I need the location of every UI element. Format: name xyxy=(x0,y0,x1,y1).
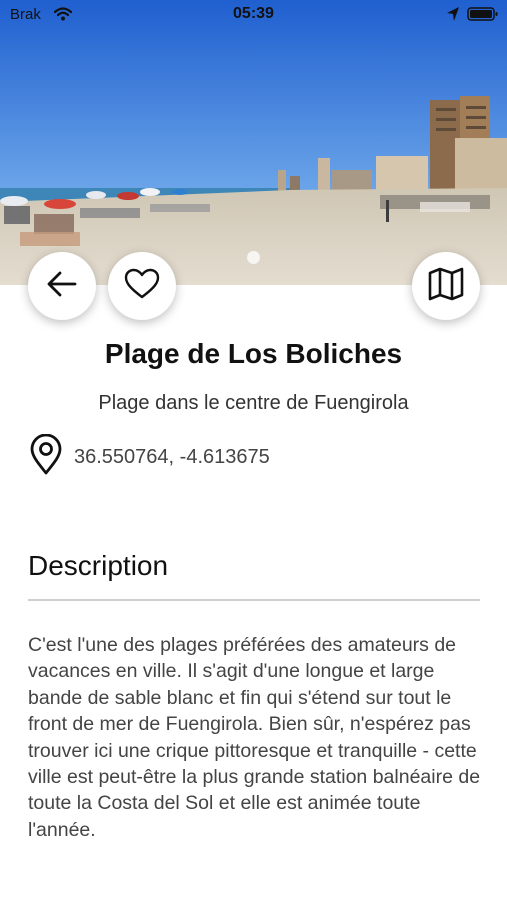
battery-icon xyxy=(467,6,499,27)
status-time: 05:39 xyxy=(233,5,274,22)
beach-photo xyxy=(0,0,507,285)
map-icon xyxy=(428,267,464,306)
heart-icon xyxy=(124,268,160,305)
back-button[interactable] xyxy=(28,252,96,320)
coordinates-text: 36.550764, -4.613675 xyxy=(74,445,270,468)
place-title: Plage de Los Boliches xyxy=(104,338,403,369)
map-pin-icon xyxy=(28,433,64,481)
page-indicator-dot[interactable] xyxy=(247,251,260,264)
status-bar: Brak 05:39 xyxy=(0,0,507,30)
description-text: C'est l'une des plages préférées des ama… xyxy=(28,634,481,841)
place-subtitle: Plage dans le centre de Fuengirola xyxy=(98,392,409,414)
location-arrow-icon xyxy=(446,6,460,27)
favorite-button[interactable] xyxy=(108,252,176,320)
coordinates-row[interactable]: 36.550764, -4.613675 xyxy=(28,433,270,481)
arrow-left-icon xyxy=(46,270,78,303)
description-heading: Description xyxy=(28,550,169,581)
hero-image[interactable] xyxy=(0,0,507,285)
map-button[interactable] xyxy=(412,252,480,320)
divider xyxy=(28,599,480,601)
